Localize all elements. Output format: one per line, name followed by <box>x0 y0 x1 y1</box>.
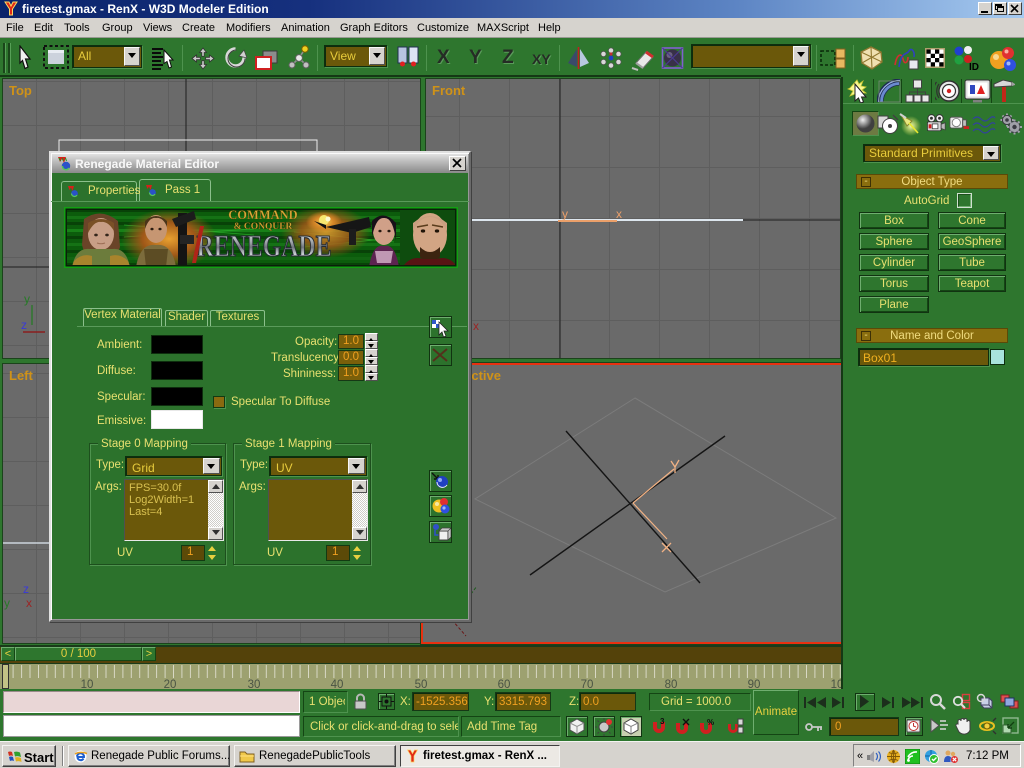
svg-text:COMMAND: COMMAND <box>228 208 297 222</box>
svg-text:3: 3 <box>660 717 665 726</box>
svg-text:RENEGADE: RENEGADE <box>197 228 332 263</box>
svg-text:ID: ID <box>969 62 979 72</box>
svg-text:y: y <box>24 292 30 306</box>
svg-text:%: % <box>707 718 714 727</box>
svg-text:y: y <box>4 596 10 610</box>
svg-text:x: x <box>473 319 479 333</box>
svg-text:z: z <box>21 318 27 332</box>
svg-text:y: y <box>562 207 568 221</box>
svg-text:z: z <box>23 582 29 596</box>
svg-text:x: x <box>26 596 32 610</box>
svg-text:x: x <box>616 207 622 221</box>
